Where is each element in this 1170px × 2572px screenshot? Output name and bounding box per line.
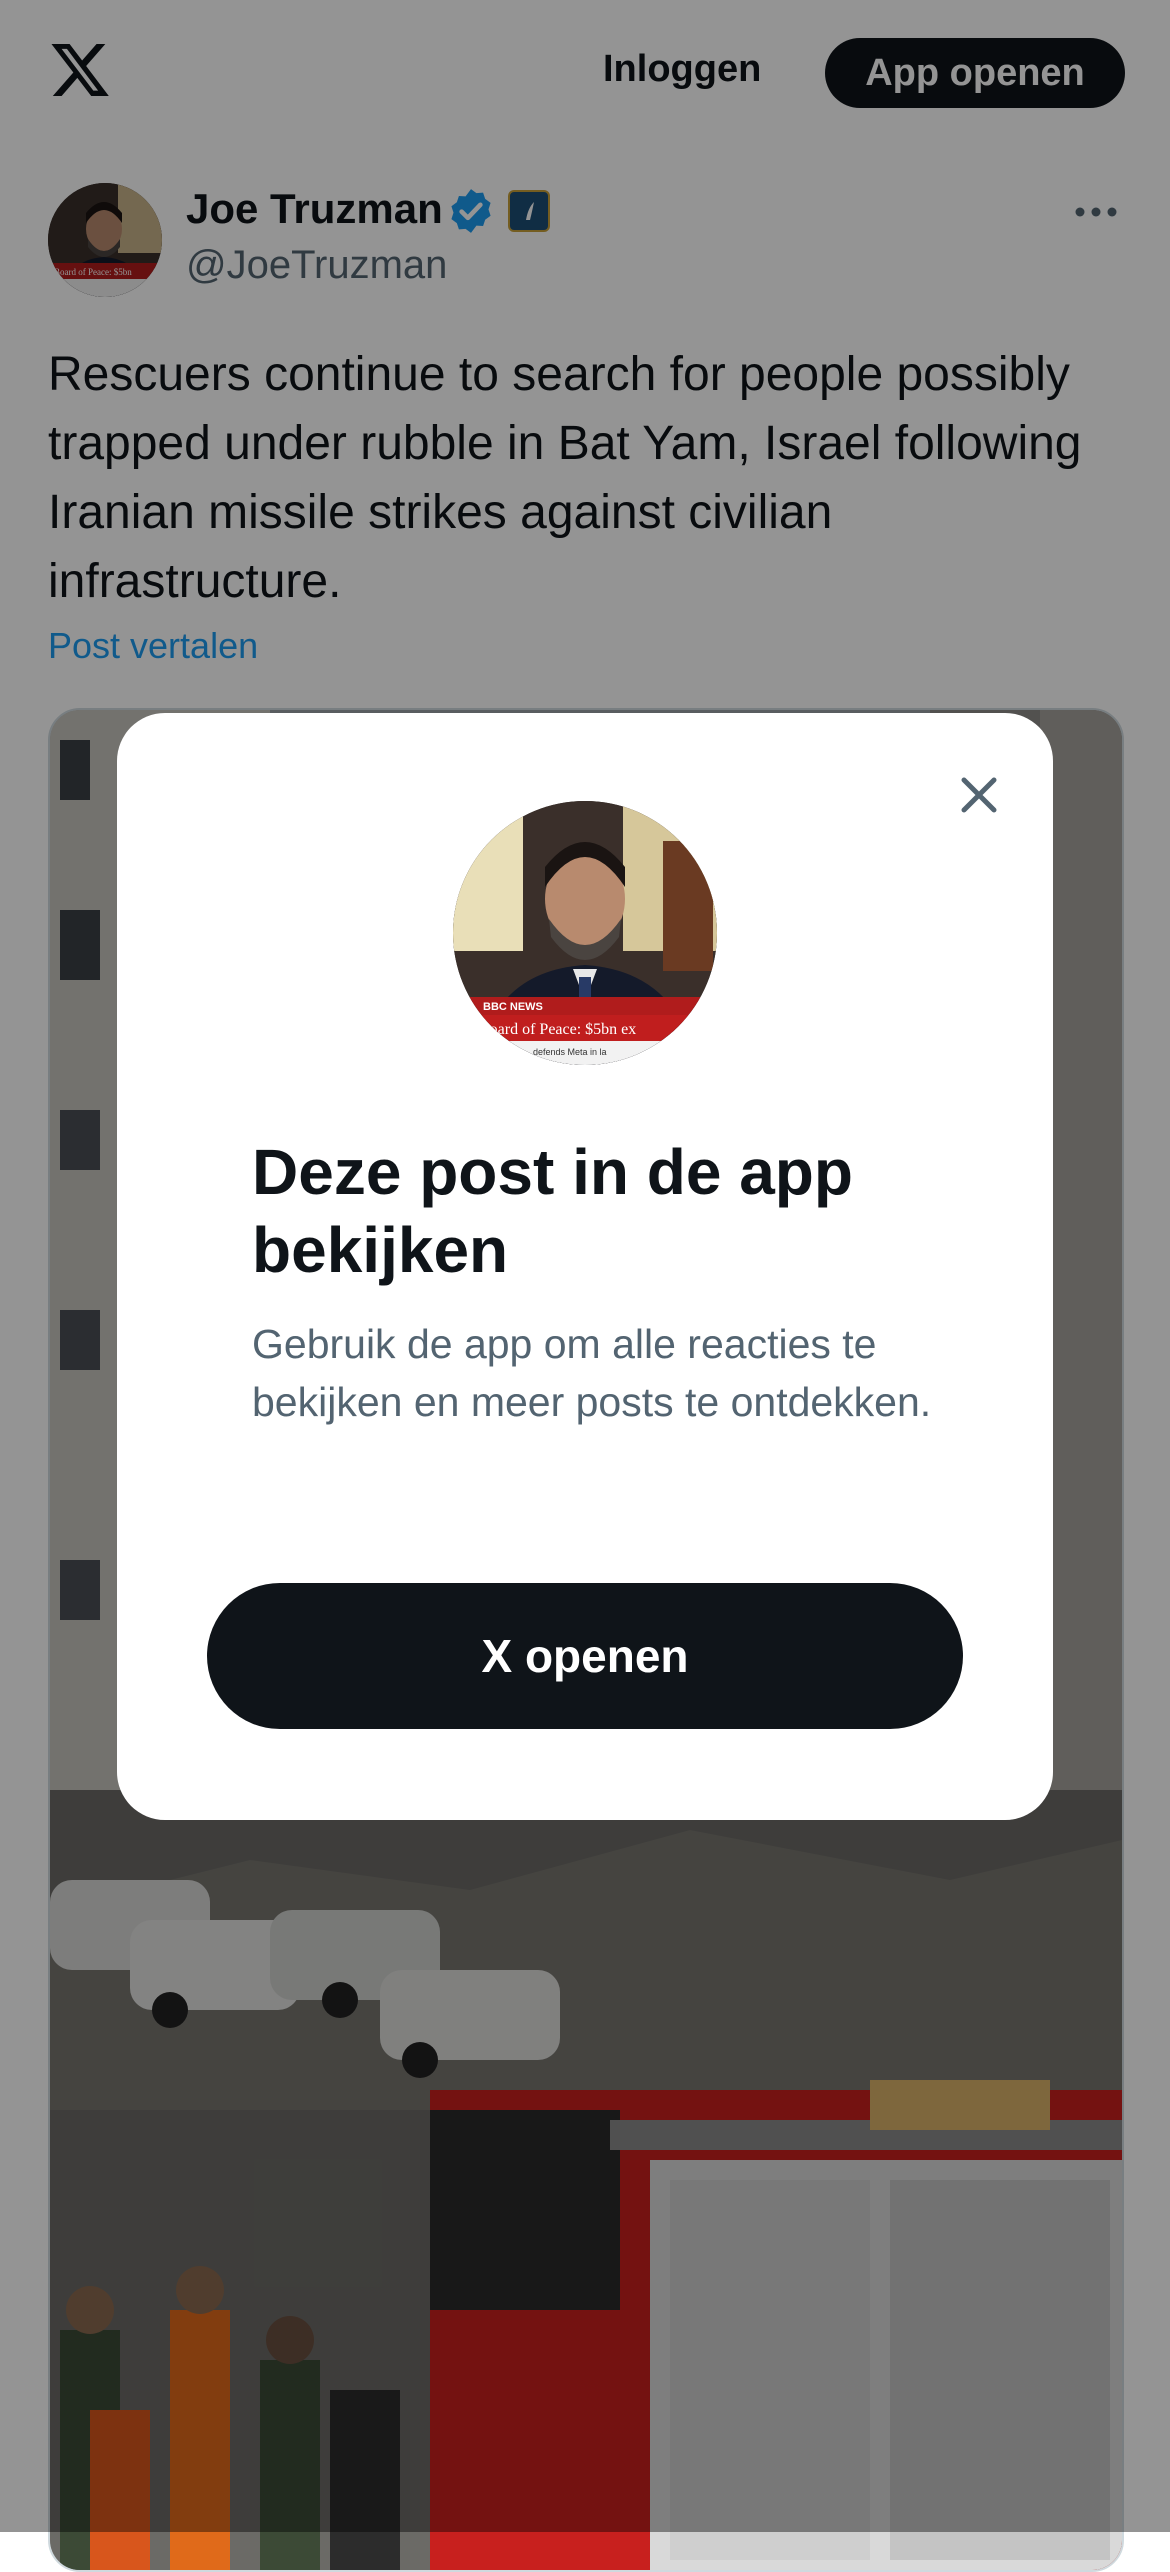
modal-subtitle: Gebruik de app om alle reacties te bekij… [252, 1321, 932, 1425]
modal-avatar-ticker: defends Meta in la [533, 1047, 607, 1057]
modal-avatar-caption: Board of Peace: $5bn ex [479, 1021, 636, 1038]
modal-author-avatar: BBC NEWS Board of Peace: $5bn ex defends… [453, 801, 717, 1065]
open-in-app-modal: BBC NEWS Board of Peace: $5bn ex defends… [117, 713, 1053, 1820]
open-x-button[interactable]: X openen [207, 1583, 963, 1729]
modal-title: Deze post in de app bekijken [252, 1136, 853, 1286]
close-icon[interactable] [947, 763, 1011, 827]
x-post-page: Inloggen App openen Board of Peace: $5bn… [0, 0, 1170, 2572]
modal-avatar-brand: BBC NEWS [483, 1001, 543, 1013]
